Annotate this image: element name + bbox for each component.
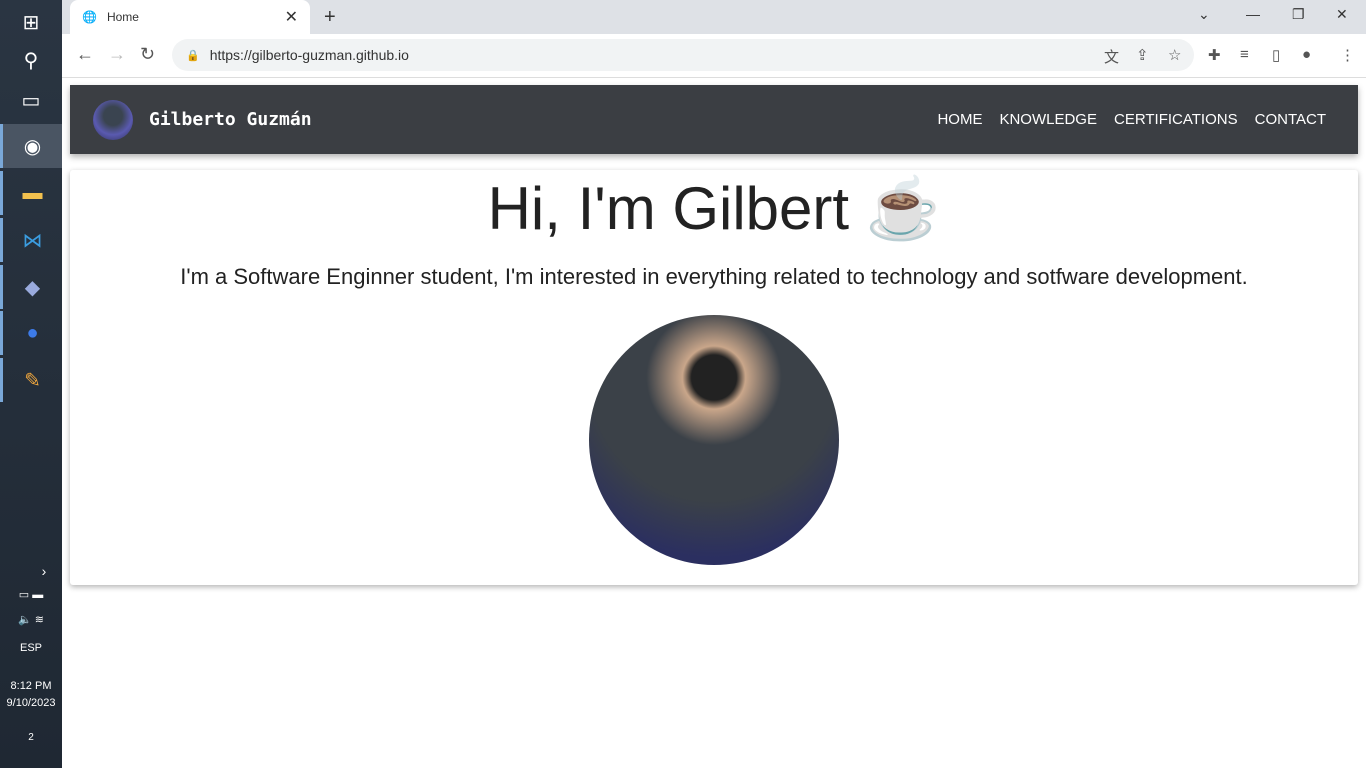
close-window-button[interactable]: ✕ [1336,6,1348,23]
restore-button[interactable]: ❐ [1292,6,1305,23]
chrome-app-icon[interactable]: ◉ [0,124,62,168]
clock-date[interactable]: 9/10/2023 [0,697,62,709]
brand-name[interactable]: Gilberto Guzmán [149,109,312,130]
forward-icon[interactable]: → [108,44,126,65]
page-title: Hi, I'm Gilbert ☕ [487,175,941,242]
intro-text: I'm a Software Enginner student, I'm int… [180,264,1248,289]
menu-icon[interactable]: ⋮ [1340,46,1355,64]
tab-home[interactable]: 🌐 Home ✕ [70,0,310,34]
minimize-button[interactable]: — [1246,6,1260,22]
media-icon[interactable]: ≡ [1240,46,1249,63]
lock-icon: 🔒 [186,49,200,62]
back-icon[interactable]: ← [76,44,94,65]
extensions-icon[interactable]: ✚ [1208,46,1221,64]
bookmark-star-icon[interactable]: ☆ [1168,46,1181,64]
nav-home[interactable]: HOME [937,111,982,128]
profile-photo [589,315,839,565]
nav-contact[interactable]: CONTACT [1255,111,1326,128]
hero-card: Hi, I'm Gilbert ☕ I'm a Software Enginne… [70,170,1358,585]
search-icon[interactable]: ⚲ [0,38,62,82]
firefox-icon[interactable]: ● [0,311,62,355]
share-icon[interactable]: ⇪ [1136,46,1149,64]
address-bar[interactable]: 🔒 https://gilberto-guzman.github.io [172,39,1194,71]
clock-time[interactable]: 8:12 PM [0,680,62,692]
nav-knowledge[interactable]: KNOWLEDGE [999,111,1097,128]
tray-expand-icon[interactable]: › [0,563,62,579]
taskbar: ⊞ ⚲ ▭ ◉ ▬ ⋈ ◆ ● ✎ › ▭ ▬ 🔈 ≋ ESP 8:12 PM … [0,0,62,768]
app-icon[interactable]: ◆ [0,265,62,309]
avatar [93,99,133,140]
paint-icon[interactable]: ✎ [0,358,62,402]
close-tab-icon[interactable]: ✕ [285,7,298,27]
reload-icon[interactable]: ↻ [140,44,155,65]
nav-certifications[interactable]: CERTIFICATIONS [1114,111,1238,128]
language-indicator[interactable]: ESP [0,642,62,654]
notification-badge[interactable]: 2 [0,732,62,743]
nav-menu: HOME KNOWLEDGE CERTIFICATIONS CONTACT [937,111,1326,128]
tab-search-icon[interactable]: ⌄ [1198,6,1210,23]
profile-avatar[interactable]: ● [1302,46,1311,63]
task-view-icon[interactable]: ▭ [0,78,62,122]
translate-icon[interactable]: 文 [1104,46,1119,67]
globe-icon: 🌐 [82,10,97,24]
browser-chrome: 🌐 Home ✕ + ⌄ — ❐ ✕ ← → ↻ 🔒 https://gilber… [62,0,1366,78]
url-text: https://gilberto-guzman.github.io [209,47,409,63]
new-tab-button[interactable]: + [324,6,336,29]
site-navbar: Gilberto Guzmán HOME KNOWLEDGE CERTIFICA… [70,85,1358,154]
tab-title: Home [106,10,139,24]
volume-wifi-icons[interactable]: 🔈 ≋ [0,613,62,626]
vscode-icon[interactable]: ⋈ [0,218,62,262]
side-panel-icon[interactable]: ▯ [1272,46,1280,64]
file-explorer-icon[interactable]: ▬ [0,171,62,215]
tray-icons[interactable]: ▭ ▬ [0,588,62,601]
